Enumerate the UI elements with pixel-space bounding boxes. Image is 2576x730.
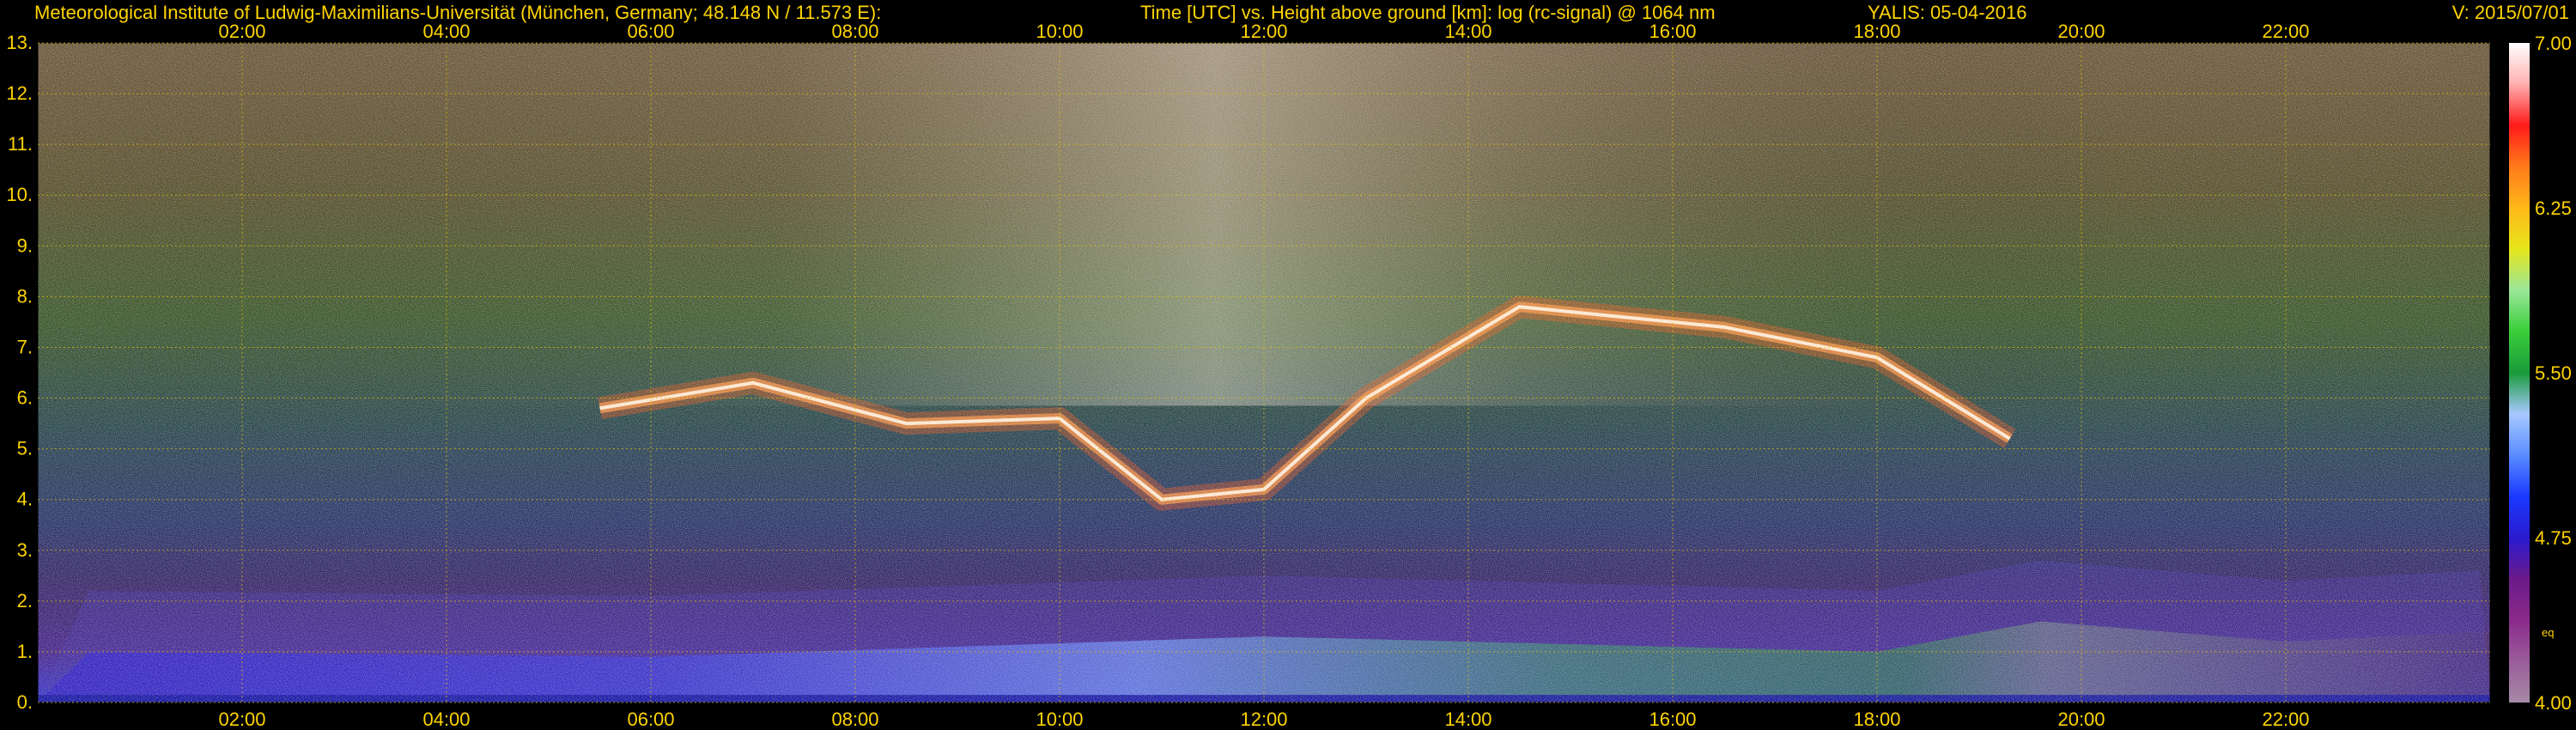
- y-tick-label: 9.: [17, 234, 33, 256]
- header: Meteorological Institute of Ludwig-Maxim…: [34, 2, 2569, 23]
- x-tick-label-bottom: 14:00: [1444, 709, 1492, 730]
- y-tick-label: 3.: [17, 539, 33, 561]
- plot-title: Time [UTC] vs. Height above ground [km]:…: [1140, 2, 1716, 23]
- x-tick-label-top: 10:00: [1036, 21, 1083, 42]
- y-tick-label: 4.: [17, 489, 33, 510]
- y-tick-label: 0.: [17, 691, 33, 713]
- y-tick-label: 1.: [17, 641, 33, 662]
- x-tick-label-bottom: 06:00: [627, 709, 674, 730]
- x-tick-label-top: 16:00: [1649, 21, 1696, 42]
- y-tick-label: 12.: [6, 82, 33, 104]
- x-tick-label-top: 04:00: [422, 21, 470, 42]
- y-tick-label: 13.: [6, 32, 33, 53]
- x-tick-label-top: 08:00: [831, 21, 878, 42]
- y-tick-label: 6.: [17, 387, 33, 409]
- colorbar-tick-label: 5.50: [2535, 362, 2572, 384]
- x-tick-label-bottom: 20:00: [2057, 709, 2105, 730]
- y-tick-label: 7.: [17, 336, 33, 357]
- lidar-quicklook-chart: Meteorological Institute of Ludwig-Maxim…: [6, 2, 2572, 730]
- y-tick-label: 2.: [17, 590, 33, 611]
- x-tick-label-top: 22:00: [2262, 21, 2309, 42]
- x-tick-label-bottom: 18:00: [1853, 709, 1900, 730]
- y-axis: 0. 1. 2. 3. 4. 5. 6. 7. 8. 9. 10. 11. 12. 13.: [6, 32, 33, 713]
- x-tick-label-bottom: 04:00: [422, 709, 470, 730]
- x-tick-label-bottom: 12:00: [1240, 709, 1287, 730]
- y-tick-label: 10.: [6, 184, 33, 205]
- colorbar-tick-label: 6.25: [2535, 198, 2572, 219]
- x-tick-label-top: 12:00: [1240, 21, 1287, 42]
- colorbar-tick-label: 4.00: [2535, 692, 2572, 714]
- colorbar-scale: [2509, 43, 2530, 703]
- y-tick-label: 8.: [17, 285, 33, 307]
- colorbar-annotation: eq: [2542, 626, 2554, 639]
- x-axis-top: 02:00 04:00 06:00 08:00 10:00 12:00 14:00 16:00…: [218, 21, 2309, 42]
- x-axis-bottom: 02:00 04:00 06:00 08:00 10:00 12:00 14:00 16:00…: [218, 709, 2309, 730]
- x-tick-label-top: 18:00: [1853, 21, 1900, 42]
- version-label: V: 2015/07/01: [2452, 2, 2569, 23]
- x-tick-label-top: 06:00: [627, 21, 674, 42]
- x-tick-label-bottom: 16:00: [1649, 709, 1696, 730]
- colorbar-tick-label: 7.00: [2535, 33, 2572, 54]
- x-tick-label-top: 02:00: [218, 21, 265, 42]
- y-tick-label: 5.: [17, 438, 33, 459]
- x-tick-label-bottom: 22:00: [2262, 709, 2309, 730]
- x-tick-label-bottom: 08:00: [831, 709, 878, 730]
- x-tick-label-top: 14:00: [1444, 21, 1492, 42]
- x-tick-label-bottom: 02:00: [218, 709, 265, 730]
- x-tick-label-bottom: 10:00: [1036, 709, 1083, 730]
- colorbar-tick-label: 4.75: [2535, 527, 2572, 549]
- colorbar: 7.00 6.25 5.50 4.75 4.00 eq: [2509, 33, 2572, 714]
- y-tick-label: 11.: [8, 133, 33, 155]
- x-tick-label-top: 20:00: [2057, 21, 2105, 42]
